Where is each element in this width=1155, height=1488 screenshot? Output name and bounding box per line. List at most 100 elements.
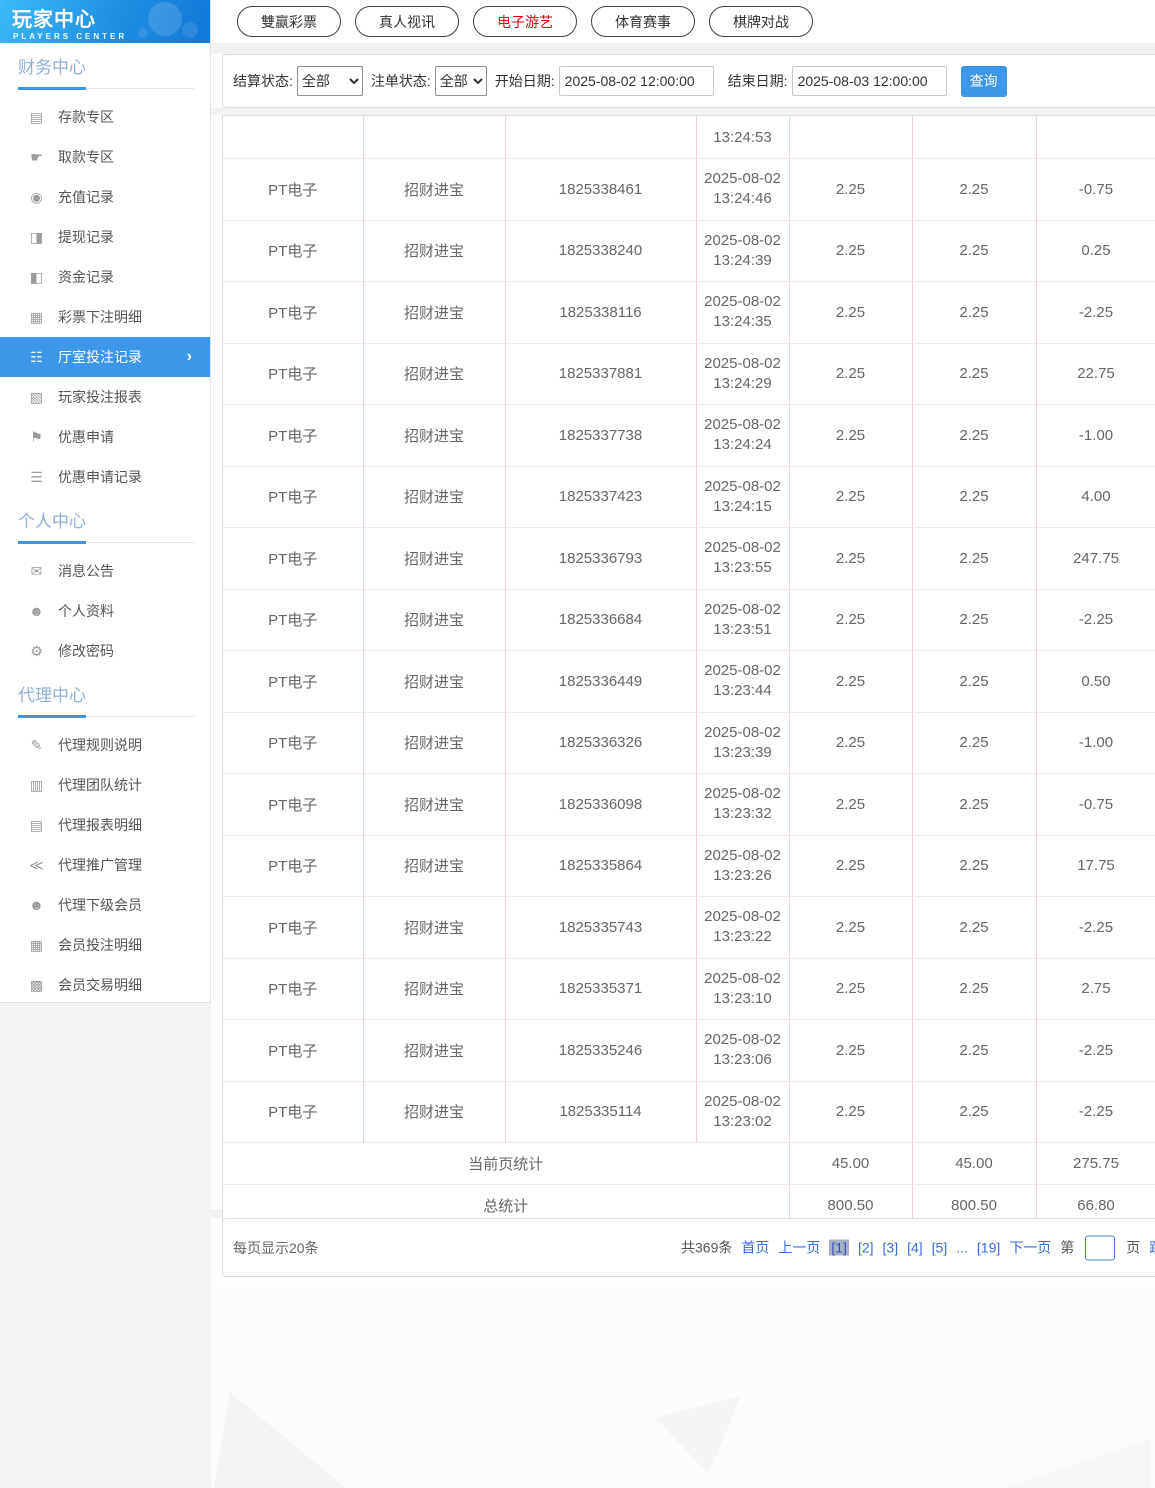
triangle-decoration — [655, 1396, 741, 1474]
page-link-2[interactable]: [2] — [858, 1240, 874, 1256]
platform-cell: PT电子 — [223, 528, 363, 590]
bet-clock: 13:24:46 — [697, 189, 789, 209]
platform-cell: PT电子 — [223, 651, 363, 713]
game-cell: 招财进宝 — [363, 774, 505, 836]
bet-time-cell: 2025-08-0213:24:24 — [696, 405, 789, 467]
sidebar-item-agent-rules[interactable]: ✎代理规则说明 — [0, 725, 210, 765]
game-cell: 招财进宝 — [363, 1081, 505, 1143]
page-size-text: 每页显示20条 — [233, 1238, 319, 1258]
first-page-link[interactable]: 首页 — [741, 1238, 769, 1258]
tab-sports[interactable]: 体育赛事 — [591, 6, 695, 37]
valid-bet-cell: 2.25 — [912, 159, 1036, 221]
game-cell: 招财进宝 — [363, 958, 505, 1020]
summary-win-loss-cell: 275.75 — [1036, 1143, 1155, 1185]
end-date-input[interactable] — [792, 66, 947, 96]
sidebar-item-promo-apply-records[interactable]: ☰优惠申请记录 — [0, 457, 210, 497]
bet-clock: 13:23:22 — [697, 927, 789, 947]
table-row: PT电子招财进宝18253381162025-08-0213:24:352.25… — [223, 282, 1155, 344]
sidebar-item-label: 资金记录 — [58, 267, 114, 287]
win-loss-cell: 247.75 — [1036, 528, 1155, 590]
cell — [363, 116, 505, 159]
bet-time-cell: 2025-08-0213:24:39 — [696, 220, 789, 282]
sidebar-item-member-bet-details[interactable]: ▦会员投注明细 — [0, 925, 210, 965]
order-status-select[interactable]: 全部 — [435, 66, 487, 96]
next-page-link[interactable]: 下一页 — [1009, 1238, 1051, 1258]
bet-time-cell: 2025-08-0213:24:35 — [696, 282, 789, 344]
bet-clock: 13:24:24 — [697, 435, 789, 455]
sidebar-item-recharge-records[interactable]: ◉充值记录 — [0, 177, 210, 217]
valid-bet-cell: 2.25 — [912, 466, 1036, 528]
tab-board-games[interactable]: 棋牌对战 — [709, 6, 813, 37]
sidebar-item-player-bet-report[interactable]: ▧玩家投注报表 — [0, 377, 210, 417]
bet-clock: 13:24:29 — [697, 374, 789, 394]
win-loss-cell: -1.00 — [1036, 405, 1155, 467]
valid-bet-cell: 2.25 — [912, 343, 1036, 405]
bet-date: 2025-08-02 — [697, 292, 789, 312]
withdrawal-record-icon: ◨ — [28, 229, 45, 246]
bet-time-cell: 2025-08-0213:24:29 — [696, 343, 789, 405]
summary-row: 当前页统计45.0045.00275.75 — [223, 1143, 1155, 1185]
promo-records-icon: ☰ — [28, 469, 45, 486]
order-no-cell: 1825338461 — [505, 159, 696, 221]
sidebar-item-agent-promotion[interactable]: ≪代理推广管理 — [0, 845, 210, 885]
table-row: PT电子招财进宝18253353712025-08-0213:23:102.25… — [223, 958, 1155, 1020]
tab-lottery[interactable]: 雙赢彩票 — [237, 6, 341, 37]
bet-date: 2025-08-02 — [697, 169, 789, 189]
bet-time-cell: 13:24:53 — [696, 116, 789, 159]
sidebar-item-label: 提现记录 — [58, 227, 114, 247]
search-button[interactable]: 查询 — [961, 66, 1007, 97]
bet-amount-cell: 2.25 — [789, 528, 912, 590]
tab-e-games[interactable]: 电子游艺 — [473, 6, 577, 37]
sidebar-item-lottery-bet-details[interactable]: ▦彩票下注明细 — [0, 297, 210, 337]
sidebar-item-agent-team-stats[interactable]: ▥代理团队统计 — [0, 765, 210, 805]
sidebar-item-member-transaction-details[interactable]: ▩会员交易明细 — [0, 965, 210, 1003]
table-row: PT电子招财进宝18253364492025-08-0213:23:442.25… — [223, 651, 1155, 713]
order-no-cell: 1825335371 — [505, 958, 696, 1020]
tab-live-video[interactable]: 真人视讯 — [355, 6, 459, 37]
bet-amount-cell: 2.25 — [789, 220, 912, 282]
sidebar-item-change-password[interactable]: ⚙修改密码 — [0, 631, 210, 671]
table-row: PT电子招财进宝18253357432025-08-0213:23:222.25… — [223, 897, 1155, 959]
bet-clock: 13:24:15 — [697, 497, 789, 517]
table-row: PT电子招财进宝18253382402025-08-0213:24:392.25… — [223, 220, 1155, 282]
page-link-5[interactable]: [5] — [932, 1240, 948, 1256]
prev-page-link[interactable]: 上一页 — [778, 1238, 820, 1258]
jump-button[interactable]: 跳转 — [1149, 1238, 1155, 1258]
sidebar-item-promo-apply[interactable]: ⚑优惠申请 — [0, 417, 210, 457]
bet-date: 2025-08-02 — [697, 477, 789, 497]
sidebar-item-withdrawal-records[interactable]: ◨ 提现记录 — [0, 217, 210, 257]
valid-bet-cell: 2.25 — [912, 282, 1036, 344]
bet-time-cell: 2025-08-0213:23:02 — [696, 1081, 789, 1143]
start-date-input[interactable] — [559, 66, 714, 96]
sidebar-item-agent-report-details[interactable]: ▤代理报表明细 — [0, 805, 210, 845]
settle-status-select[interactable]: 全部 — [297, 66, 363, 96]
sidebar-item-agent-sub-members[interactable]: ☻代理下级会员 — [0, 885, 210, 925]
sidebar-section: 个人中心✉消息公告☻个人资料⚙修改密码 — [0, 510, 210, 671]
agent-report-icon: ▤ — [28, 817, 45, 834]
bet-time-cell: 2025-08-0213:23:55 — [696, 528, 789, 590]
sidebar-item-funds-records[interactable]: ◧资金记录 — [0, 257, 210, 297]
filter-bar: 结算状态: 全部 注单状态: 全部 开始日期: 结束日期: 查询 — [222, 54, 1155, 108]
start-date-label: 开始日期: — [495, 71, 555, 91]
lottery-bets-icon: ▦ — [28, 309, 45, 326]
sidebar-sections: 财务中心▤存款专区☛取款专区◉充值记录◨提现记录◧资金记录▦彩票下注明细☷厅室投… — [0, 56, 210, 1003]
sidebar: 玩家中心 PLAYERS CENTER 财务中心▤存款专区☛取款专区◉充值记录◨… — [0, 0, 211, 1488]
table-row: PT电子招财进宝18253378812025-08-0213:24:292.25… — [223, 343, 1155, 405]
page-link-3[interactable]: [3] — [883, 1240, 899, 1256]
game-cell: 招财进宝 — [363, 159, 505, 221]
table-row: PT电子招财进宝18253366842025-08-0213:23:512.25… — [223, 589, 1155, 651]
page-link-19[interactable]: [19] — [977, 1240, 1000, 1256]
sidebar-item-profile[interactable]: ☻个人资料 — [0, 591, 210, 631]
sidebar-item-announcements[interactable]: ✉消息公告 — [0, 551, 210, 591]
section-underline — [18, 716, 194, 717]
valid-bet-cell: 2.25 — [912, 405, 1036, 467]
sidebar-item-withdraw[interactable]: ☛取款专区 — [0, 137, 210, 177]
settle-status-label: 结算状态: — [233, 71, 293, 91]
sidebar-item-hall-bet-records[interactable]: ☷厅室投注记录› — [0, 337, 210, 377]
page-link-4[interactable]: [4] — [907, 1240, 923, 1256]
chevron-right-icon: › — [187, 348, 192, 366]
sidebar-item-deposit[interactable]: ▤存款专区 — [0, 97, 210, 137]
jump-page-input[interactable] — [1085, 1235, 1115, 1260]
order-no-cell: 1825337881 — [505, 343, 696, 405]
page-link-1[interactable]: [1] — [829, 1240, 849, 1256]
